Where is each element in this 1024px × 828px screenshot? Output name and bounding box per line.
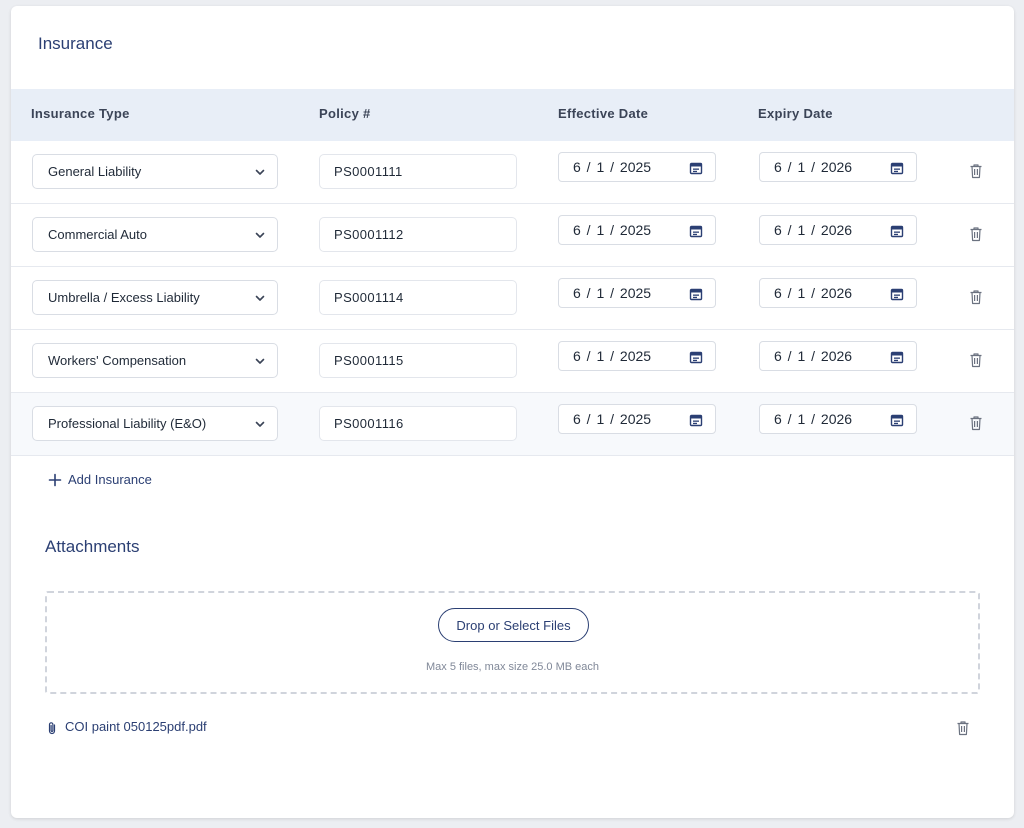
chevron-down-icon — [255, 421, 265, 427]
insurance-type-value: Workers' Compensation — [48, 353, 187, 368]
expiry-date-value: 6 / 1 / 2026 — [774, 285, 853, 301]
policy-number-value: PS0001112 — [334, 227, 404, 242]
paperclip-icon — [48, 722, 56, 735]
add-insurance-button[interactable]: Add Insurance — [48, 472, 152, 487]
insurance-type-value: Umbrella / Excess Liability — [48, 290, 200, 305]
effective-date-value: 6 / 1 / 2025 — [573, 222, 652, 238]
calendar-icon[interactable] — [890, 350, 904, 364]
attachments-title: Attachments — [45, 537, 140, 556]
column-expiry-date: Expiry Date — [758, 106, 833, 121]
table-row: Commercial Auto PS0001112 6 / 1 / 2025 6… — [11, 204, 1014, 267]
calendar-icon[interactable] — [689, 413, 703, 427]
effective-date-value: 6 / 1 / 2025 — [573, 348, 652, 364]
insurance-card: Insurance Insurance Type Policy # Effect… — [11, 6, 1014, 818]
attachment-file-name[interactable]: COI paint 050125pdf.pdf — [65, 719, 207, 734]
effective-date-input[interactable]: 6 / 1 / 2025 — [558, 404, 716, 434]
policy-number-value: PS0001116 — [334, 416, 404, 431]
effective-date-input[interactable]: 6 / 1 / 2025 — [558, 152, 716, 182]
effective-date-input[interactable]: 6 / 1 / 2025 — [558, 341, 716, 371]
calendar-icon[interactable] — [890, 413, 904, 427]
chevron-down-icon — [255, 232, 265, 238]
insurance-type-select[interactable]: General Liability — [32, 154, 278, 189]
effective-date-input[interactable]: 6 / 1 / 2025 — [558, 215, 716, 245]
trash-icon[interactable] — [969, 226, 983, 242]
expiry-date-value: 6 / 1 / 2026 — [774, 348, 853, 364]
expiry-date-input[interactable]: 6 / 1 / 2026 — [759, 341, 917, 371]
insurance-type-select[interactable]: Professional Liability (E&O) — [32, 406, 278, 441]
trash-icon[interactable] — [969, 415, 983, 431]
policy-number-input[interactable]: PS0001112 — [319, 217, 517, 252]
effective-date-value: 6 / 1 / 2025 — [573, 159, 652, 175]
add-insurance-label: Add Insurance — [68, 472, 152, 487]
chevron-down-icon — [255, 295, 265, 301]
insurance-type-value: General Liability — [48, 164, 142, 179]
expiry-date-value: 6 / 1 / 2026 — [774, 222, 853, 238]
insurance-type-value: Professional Liability (E&O) — [48, 416, 207, 431]
select-files-button[interactable]: Drop or Select Files — [438, 608, 589, 642]
effective-date-value: 6 / 1 / 2025 — [573, 411, 652, 427]
table-row: Umbrella / Excess Liability PS0001114 6 … — [11, 267, 1014, 330]
policy-number-value: PS0001111 — [334, 164, 403, 179]
column-policy-number: Policy # — [319, 106, 371, 121]
expiry-date-value: 6 / 1 / 2026 — [774, 159, 853, 175]
calendar-icon[interactable] — [890, 224, 904, 238]
chevron-down-icon — [255, 169, 265, 175]
policy-number-value: PS0001114 — [334, 290, 404, 305]
table-row: Professional Liability (E&O) PS0001116 6… — [11, 393, 1014, 456]
column-insurance-type: Insurance Type — [31, 106, 130, 121]
expiry-date-input[interactable]: 6 / 1 / 2026 — [759, 215, 917, 245]
trash-icon[interactable] — [956, 720, 970, 736]
column-effective-date: Effective Date — [558, 106, 649, 121]
expiry-date-input[interactable]: 6 / 1 / 2026 — [759, 278, 917, 308]
policy-number-value: PS0001115 — [334, 353, 404, 368]
insurance-type-select[interactable]: Umbrella / Excess Liability — [32, 280, 278, 315]
chevron-down-icon — [255, 358, 265, 364]
trash-icon[interactable] — [969, 289, 983, 305]
expiry-date-input[interactable]: 6 / 1 / 2026 — [759, 152, 917, 182]
attachment-item: COI paint 050125pdf.pdf — [45, 718, 980, 738]
table-row: Workers' Compensation PS0001115 6 / 1 / … — [11, 330, 1014, 393]
trash-icon[interactable] — [969, 352, 983, 368]
insurance-type-select[interactable]: Workers' Compensation — [32, 343, 278, 378]
table-header: Insurance Type Policy # Effective Date E… — [11, 89, 1014, 141]
insurance-title: Insurance — [38, 34, 113, 53]
calendar-icon[interactable] — [689, 350, 703, 364]
policy-number-input[interactable]: PS0001116 — [319, 406, 517, 441]
expiry-date-value: 6 / 1 / 2026 — [774, 411, 853, 427]
file-dropzone[interactable]: Drop or Select Files Max 5 files, max si… — [45, 591, 980, 694]
plus-icon — [48, 473, 62, 486]
effective-date-input[interactable]: 6 / 1 / 2025 — [558, 278, 716, 308]
calendar-icon[interactable] — [689, 161, 703, 175]
calendar-icon[interactable] — [689, 287, 703, 301]
policy-number-input[interactable]: PS0001111 — [319, 154, 517, 189]
calendar-icon[interactable] — [890, 287, 904, 301]
table-row: General Liability PS0001111 6 / 1 / 2025… — [11, 141, 1014, 204]
effective-date-value: 6 / 1 / 2025 — [573, 285, 652, 301]
insurance-type-select[interactable]: Commercial Auto — [32, 217, 278, 252]
calendar-icon[interactable] — [890, 161, 904, 175]
policy-number-input[interactable]: PS0001114 — [319, 280, 517, 315]
insurance-type-value: Commercial Auto — [48, 227, 147, 242]
calendar-icon[interactable] — [689, 224, 703, 238]
expiry-date-input[interactable]: 6 / 1 / 2026 — [759, 404, 917, 434]
trash-icon[interactable] — [969, 163, 983, 179]
upload-limits-hint: Max 5 files, max size 25.0 MB each — [425, 661, 599, 673]
policy-number-input[interactable]: PS0001115 — [319, 343, 517, 378]
